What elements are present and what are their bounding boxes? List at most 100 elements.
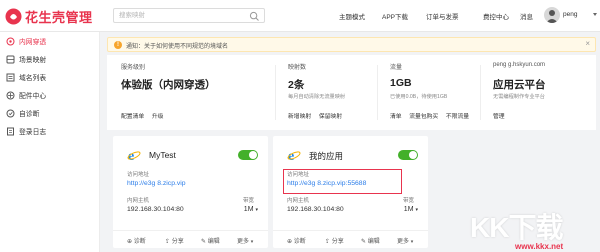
info-sub: 每月自动清除无流量映射	[288, 94, 346, 100]
avatar[interactable]	[544, 7, 560, 23]
kk-download-watermark: KK下载 www.kkx.net	[470, 206, 598, 252]
ie-browser-icon: e	[287, 149, 301, 162]
detail-link[interactable]: 清单	[390, 114, 402, 120]
log-icon	[7, 127, 14, 135]
username[interactable]: peng	[563, 11, 577, 18]
diagnose-button[interactable]: ⊕ 诊断	[127, 236, 146, 245]
nav-messages[interactable]: 消息	[520, 11, 533, 21]
card-title: 我的应用	[309, 151, 344, 161]
search-box[interactable]	[113, 8, 265, 23]
bandwidth-text: 1M	[243, 206, 254, 213]
tunnel-icon	[6, 37, 15, 45]
diagnose-button[interactable]: ⊕ 诊断	[287, 236, 306, 245]
info-value: 2条	[288, 79, 305, 91]
info-label: 映射数	[288, 65, 307, 71]
address-link[interactable]: http://e3g 8.zicp.vip	[127, 180, 186, 187]
sidebar-item-label: 登录日志	[19, 129, 47, 136]
keep-mapping-link[interactable]: 保留映射	[319, 114, 342, 120]
diagnose-label: 诊断	[293, 239, 306, 245]
sidebar-item-accessories[interactable]: 配件中心	[0, 86, 99, 104]
share-label: 分享	[331, 239, 344, 245]
bandwidth-label: 带宽	[402, 198, 414, 204]
lan-host-label: 内网主机	[287, 198, 310, 204]
info-col-mappings: 映射数 2条 每月自动清除无流量映射 新增映射 保留映射	[274, 55, 384, 130]
sidebar-item-label: 内网穿透	[19, 39, 47, 46]
chevron-down-icon[interactable]	[593, 13, 597, 16]
chevron-down-icon: ▾	[415, 207, 418, 213]
watermark-text: KK下载	[470, 212, 563, 243]
edit-label: 编辑	[367, 239, 380, 245]
sidebar-item-label: 配件中心	[19, 93, 47, 100]
search-input[interactable]	[114, 9, 244, 21]
more-button[interactable]: 更多 ▾	[397, 236, 413, 245]
bandwidth-text: 1M	[403, 206, 414, 213]
nav-theme-mode[interactable]: 主题模式	[339, 11, 365, 21]
nav-orders-invoices[interactable]: 订单与发票	[426, 11, 459, 21]
notice-bar: ! 通知：关于如何使用不同规范的境域名 ×	[107, 37, 596, 52]
sidebar-item-tunnel[interactable]: 内网穿透	[0, 32, 99, 50]
diagnose-icon	[6, 109, 15, 117]
sidebar-item-diagnose[interactable]: 自诊断	[0, 104, 99, 122]
more-label: 更多	[397, 239, 410, 245]
sidebar-item-login-log[interactable]: 登录日志	[0, 122, 99, 140]
address-label: 访问地址	[127, 172, 150, 178]
share-button[interactable]: ⇪ 分享	[325, 236, 344, 245]
info-col-cloud-platform: peng g.hskyun.com 应用云平台 无需编程制作专业平台 管理	[479, 55, 596, 130]
sidebar-item-domains[interactable]: 域名列表	[0, 68, 99, 86]
info-icon: !	[114, 41, 122, 49]
toggle-knob	[409, 151, 417, 159]
info-col-service-level: 服务级别 体验版（内网穿透） 配置清单 升级	[107, 55, 229, 130]
info-sub: 无需编程制作专业平台	[493, 94, 545, 100]
edit-button[interactable]: ✎ 编辑	[201, 236, 220, 245]
card-actions: ⊕ 诊断 ⇪ 分享 ✎ 编辑 更多 ▾	[273, 230, 428, 248]
chevron-down-icon: ▾	[250, 239, 254, 245]
enable-toggle[interactable]	[398, 150, 418, 160]
lan-host-value: 192.168.30.104:80	[287, 206, 344, 213]
config-list-link[interactable]: 配置清单	[121, 114, 144, 120]
card-actions: ⊕ 诊断 ⇪ 分享 ✎ 编辑 更多 ▾	[113, 230, 268, 248]
add-mapping-link[interactable]: 新增映射	[288, 114, 311, 120]
diagnose-label: 诊断	[133, 239, 146, 245]
bandwidth-label: 带宽	[242, 198, 254, 204]
edit-icon: ✎	[201, 239, 207, 245]
user-avatar-icon	[546, 10, 558, 23]
close-icon[interactable]: ×	[585, 39, 590, 48]
peanut-logo-icon	[5, 8, 22, 25]
search-icon[interactable]	[249, 11, 260, 22]
info-label: 流量	[390, 65, 403, 71]
mapping-card: e MyTest 访问地址 http://e3g 8.zicp.vip 内网主机…	[113, 136, 268, 248]
bandwidth-value[interactable]: 1M ▾	[404, 206, 418, 213]
sidebar-item-scene[interactable]: 场景映射	[0, 50, 99, 68]
diagnose-icon: ⊕	[127, 239, 133, 245]
bandwidth-value[interactable]: 1M ▾	[244, 206, 258, 213]
toggle-knob	[249, 151, 257, 159]
more-button[interactable]: 更多 ▾	[237, 236, 253, 245]
unlimited-traffic-link[interactable]: 不限流量	[446, 114, 469, 120]
notice-text[interactable]: 通知：关于如何使用不同规范的境域名	[126, 41, 228, 50]
info-label: peng g.hskyun.com	[493, 62, 546, 68]
scene-icon	[6, 55, 15, 63]
enable-toggle[interactable]	[238, 150, 258, 160]
card-title: MyTest	[149, 150, 176, 160]
nav-app-download[interactable]: APP下载	[382, 11, 408, 21]
upgrade-link[interactable]: 升级	[152, 114, 164, 120]
info-label: 服务级别	[121, 65, 146, 71]
manage-link[interactable]: 管理	[493, 114, 505, 120]
edit-icon: ✎	[361, 239, 367, 245]
watermark-url: www.kkx.net	[515, 242, 564, 251]
buy-traffic-link[interactable]: 流量包购买	[409, 114, 438, 120]
edit-label: 编辑	[207, 239, 220, 245]
share-button[interactable]: ⇪ 分享	[165, 236, 184, 245]
app-logo[interactable]: 花生壳管理	[5, 7, 93, 26]
info-value: 应用云平台	[493, 79, 546, 91]
info-sub: 已使用0.0B，待使用1GB	[390, 94, 448, 100]
sidebar: 内网穿透 场景映射 域名列表 配件中心 自诊断 登录日志	[0, 32, 100, 252]
top-bar: 花生壳管理 主题模式 APP下载 订单与发票 费控中心 消息 peng	[0, 0, 600, 32]
edit-button[interactable]: ✎ 编辑	[361, 236, 380, 245]
domain-icon	[6, 73, 15, 81]
diagnose-icon: ⊕	[287, 239, 293, 245]
more-label: 更多	[237, 239, 250, 245]
share-icon: ⇪	[165, 239, 171, 245]
lan-host-label: 内网主机	[127, 198, 150, 204]
nav-fee-center[interactable]: 费控中心	[483, 11, 509, 21]
